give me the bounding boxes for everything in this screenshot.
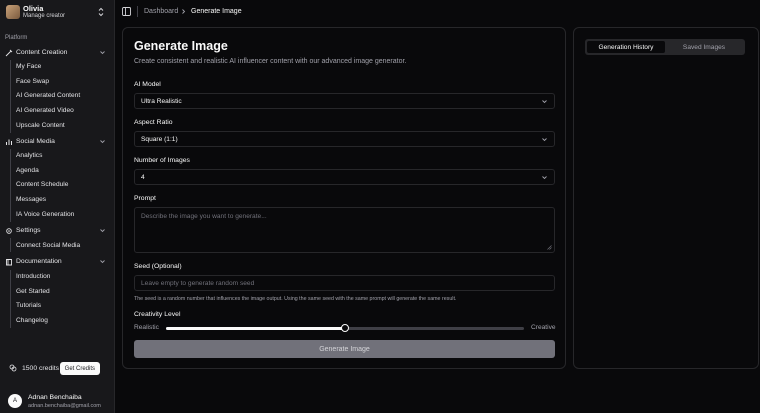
count-label: Number of Images	[134, 157, 190, 164]
generate-button[interactable]: Generate Image	[134, 340, 555, 358]
model-label: AI Model	[134, 81, 161, 88]
chevron-right-icon	[182, 9, 186, 14]
model-select-value: Ultra Realistic	[141, 97, 182, 105]
nav-tree-line	[10, 149, 11, 222]
prompt-textarea[interactable]: Describe the image you want to generate.…	[134, 207, 555, 253]
creativity-label: Creativity Level	[134, 311, 181, 318]
nav-item-face-swap[interactable]: Face Swap	[16, 75, 49, 88]
aspect-ratio-select[interactable]: Square (1:1)	[134, 131, 555, 147]
chevron-down-icon	[100, 229, 105, 233]
book-icon	[6, 258, 12, 265]
seed-placeholder: Leave empty to generate random seed	[141, 279, 255, 287]
nav-item-agenda[interactable]: Agenda	[16, 164, 39, 177]
chevron-down-icon	[542, 176, 547, 180]
user-role: Manage creator	[23, 13, 66, 19]
nav-documentation[interactable]: Documentation	[5, 255, 109, 268]
tab-generation-history[interactable]: Generation History	[587, 41, 665, 53]
image-count-select[interactable]: 4	[134, 169, 555, 185]
chevron-down-icon	[100, 51, 105, 55]
nav-item-analytics[interactable]: Analytics	[16, 149, 42, 162]
nav-item-messages[interactable]: Messages	[16, 193, 46, 206]
wand-icon	[5, 49, 13, 56]
nav-tree-line	[10, 60, 11, 133]
account-email: adnan.benchaiba@gmail.com	[28, 403, 101, 409]
nav-item-tutorials[interactable]: Tutorials	[16, 299, 41, 312]
nav-tree-line	[10, 238, 11, 252]
chevron-down-icon	[542, 138, 547, 142]
chevron-down-icon	[100, 140, 105, 144]
nav-tree-line	[10, 270, 11, 328]
nav-item-ia-voice-generation[interactable]: IA Voice Generation	[16, 208, 74, 221]
nav-item-ai-generated-video[interactable]: AI Generated Video	[16, 104, 74, 117]
sidebar: Olivia Manage creator Platform Content C…	[0, 0, 115, 413]
nav-documentation-label: Documentation	[16, 258, 62, 265]
nav-item-upscale-content[interactable]: Upscale Content	[16, 119, 65, 132]
top-bar: Dashboard Generate Image	[115, 0, 760, 24]
nav-item-get-started[interactable]: Get Started	[16, 285, 50, 298]
main-content: Dashboard Generate Image Generate Image …	[115, 0, 760, 413]
image-count-value: 4	[141, 173, 145, 181]
nav-content-creation[interactable]: Content Creation	[5, 46, 109, 59]
page-description: Create consistent and realistic AI influ…	[134, 58, 407, 65]
divider	[137, 6, 138, 17]
account-name: Adnan Benchaiba	[28, 394, 82, 401]
user-name: Olivia	[23, 4, 44, 13]
nav-item-introduction[interactable]: Introduction	[16, 270, 50, 283]
chevron-down-icon	[542, 100, 547, 104]
slider-fill	[166, 327, 345, 330]
prompt-placeholder: Describe the image you want to generate.…	[141, 213, 267, 220]
breadcrumb-dashboard[interactable]: Dashboard	[144, 8, 178, 15]
slider-max-label: Creative	[531, 324, 556, 331]
nav-group-label: Platform	[5, 35, 28, 41]
seed-label: Seed (Optional)	[134, 263, 182, 270]
get-credits-button[interactable]: Get Credits	[59, 362, 100, 375]
gear-icon	[6, 227, 12, 234]
nav-item-my-face[interactable]: My Face	[16, 60, 41, 73]
nav-social-media[interactable]: Social Media	[5, 135, 109, 148]
credits-count: 1500 credits	[22, 364, 60, 372]
nav-item-content-schedule[interactable]: Content Schedule	[16, 178, 68, 191]
nav-item-ai-generated-content[interactable]: AI Generated Content	[16, 89, 80, 102]
aspect-ratio-value: Square (1:1)	[141, 135, 178, 143]
aspect-label: Aspect Ratio	[134, 119, 173, 126]
prompt-label: Prompt	[134, 195, 156, 202]
bar-chart-icon	[6, 139, 12, 145]
seed-hint: The seed is a random number that influen…	[134, 296, 457, 302]
nav-settings-label: Settings	[16, 227, 41, 234]
chevron-up-down-icon	[98, 7, 104, 17]
nav-content-creation-label: Content Creation	[16, 49, 68, 56]
nav-social-media-label: Social Media	[16, 138, 55, 145]
chevron-down-icon	[100, 260, 105, 264]
user-avatar	[6, 5, 20, 19]
account-menu[interactable]: A Adnan Benchaiba adnan.benchaiba@gmail.…	[0, 392, 114, 410]
coins-icon	[9, 364, 17, 372]
sidebar-toggle-icon[interactable]	[122, 7, 131, 16]
resize-handle-icon[interactable]	[547, 245, 552, 250]
seed-input[interactable]: Leave empty to generate random seed	[134, 275, 555, 291]
model-select[interactable]: Ultra Realistic	[134, 93, 555, 109]
breadcrumb-current: Generate Image	[191, 8, 242, 15]
page-title: Generate Image	[134, 39, 228, 53]
generate-form-card: Generate Image Create consistent and rea…	[122, 27, 566, 369]
tab-saved-images[interactable]: Saved Images	[665, 41, 743, 53]
creativity-slider[interactable]	[166, 324, 524, 332]
nav-settings[interactable]: Settings	[5, 224, 109, 237]
history-panel: Generation History Saved Images	[573, 27, 759, 369]
account-avatar: A	[8, 394, 22, 408]
slider-thumb[interactable]	[341, 324, 349, 332]
credits-bar: 1500 credits Get Credits	[5, 360, 109, 376]
slider-min-label: Realistic	[134, 324, 159, 331]
history-tabs: Generation History Saved Images	[585, 39, 745, 55]
nav-item-changelog[interactable]: Changelog	[16, 314, 48, 327]
nav-item-connect-social-media[interactable]: Connect Social Media	[16, 239, 80, 252]
